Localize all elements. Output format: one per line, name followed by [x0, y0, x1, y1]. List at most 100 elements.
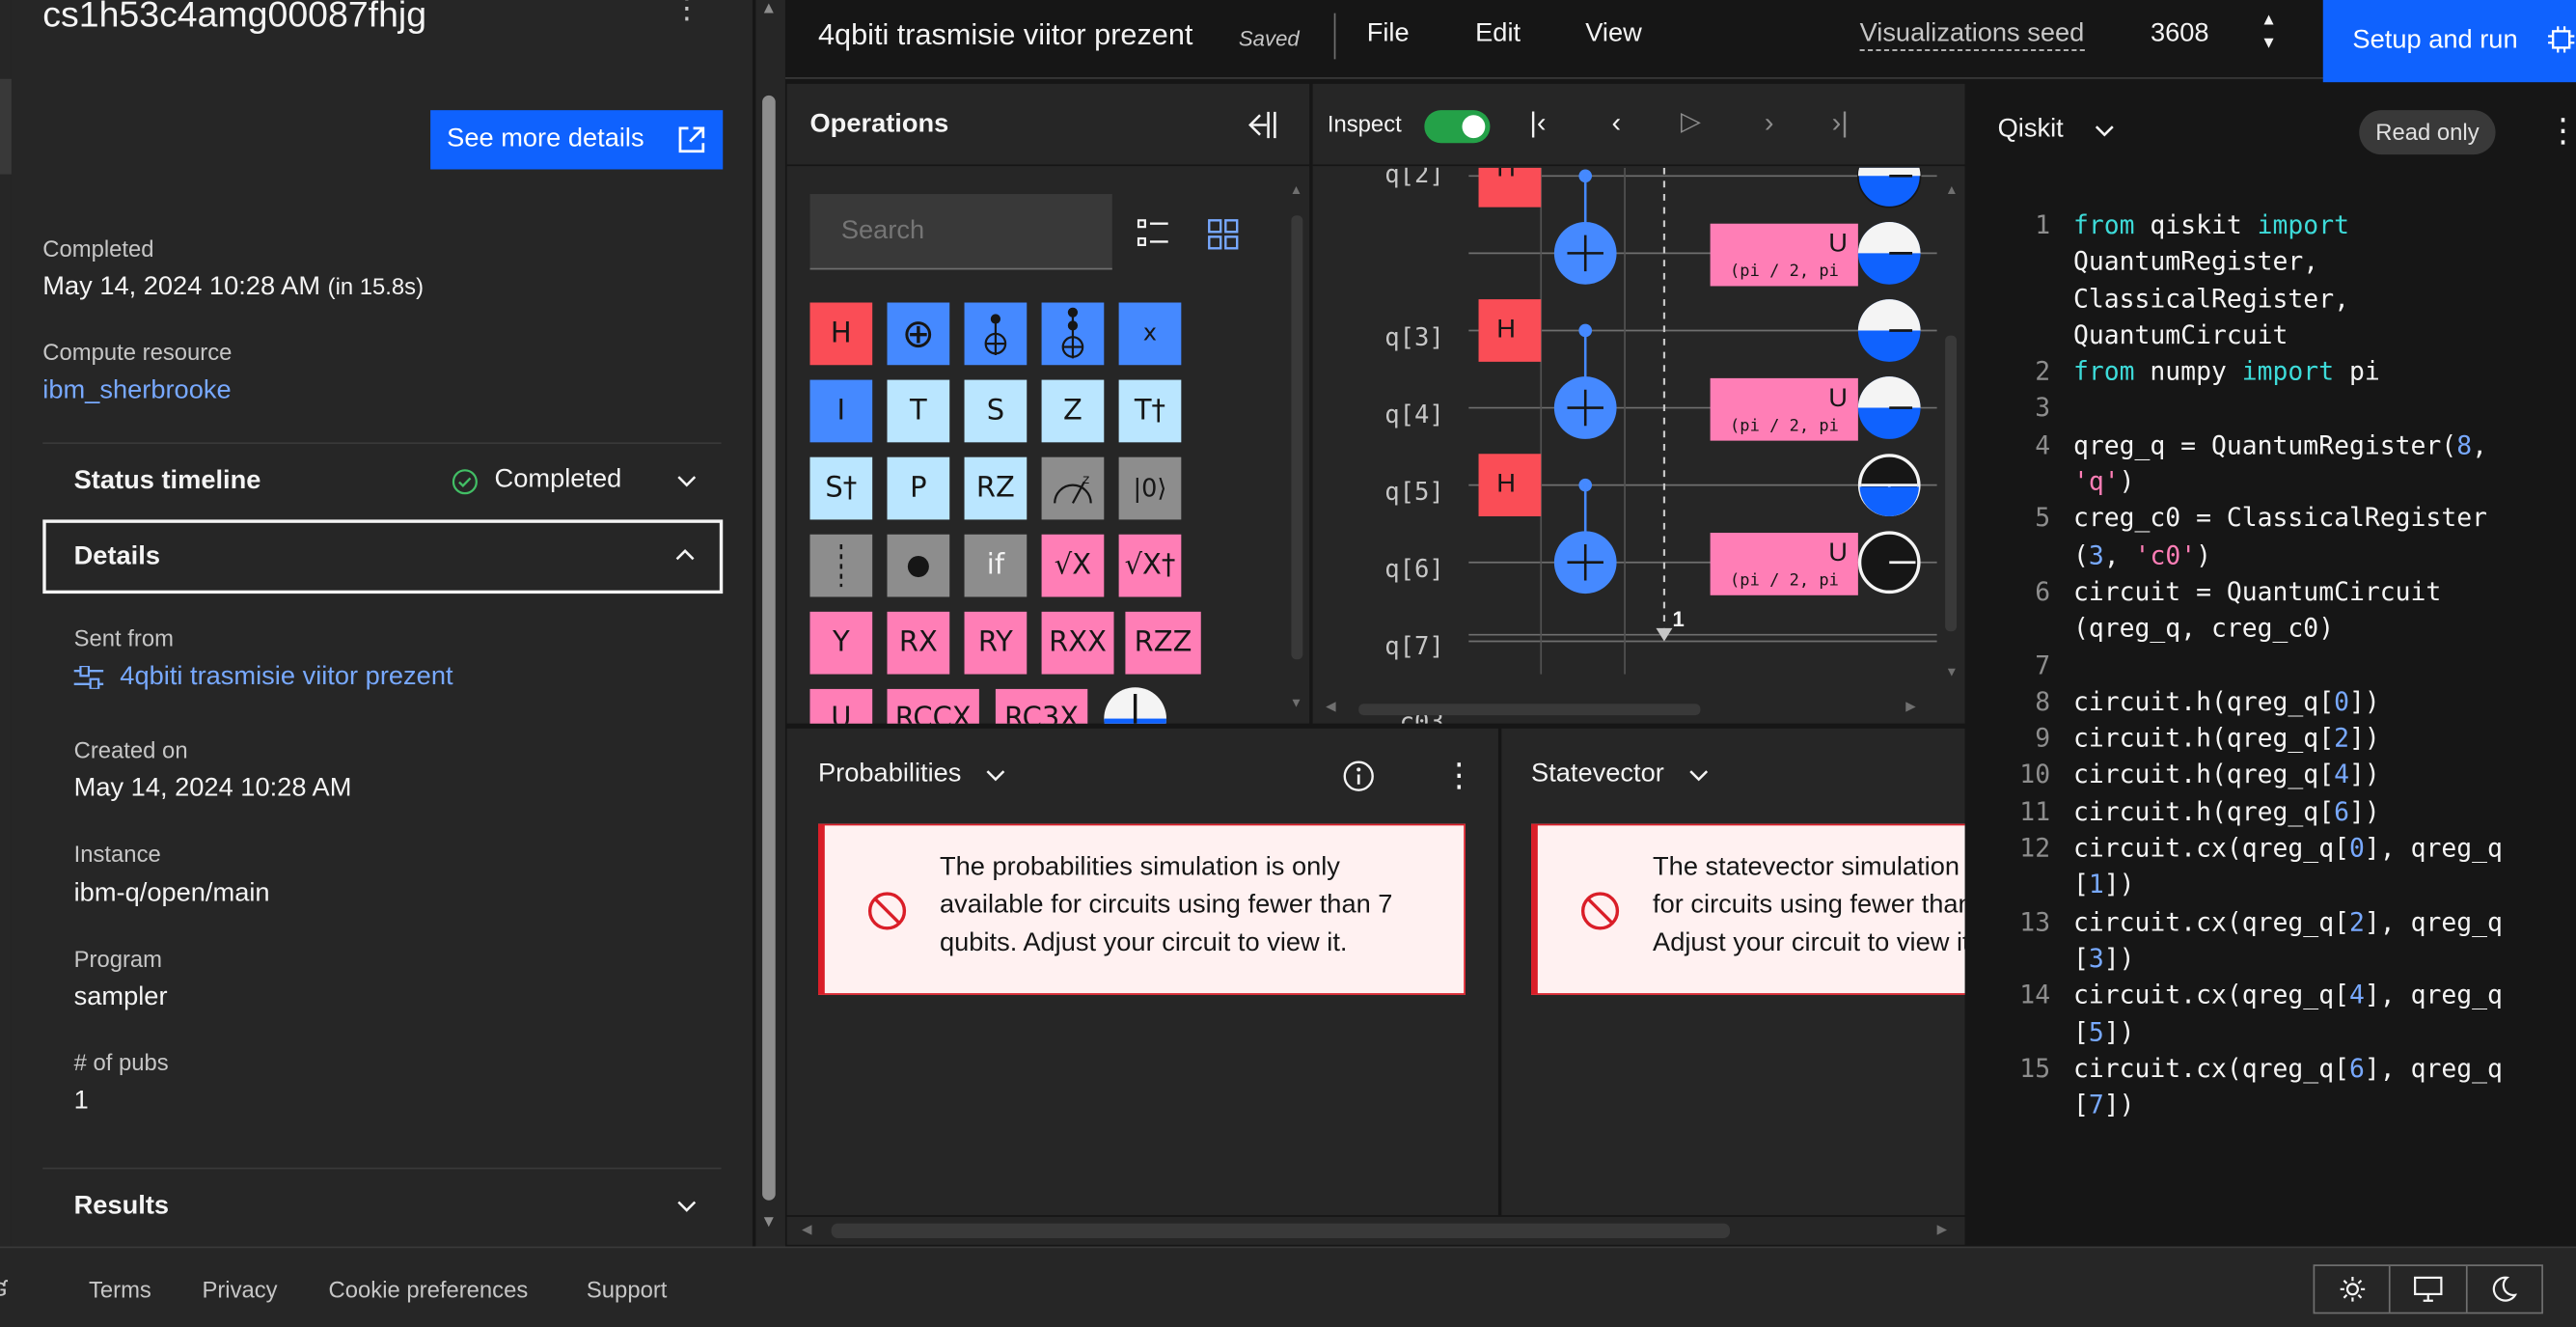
gate-rzz[interactable]: RZZ [1125, 611, 1201, 675]
skip-to-end-icon[interactable]: ›| [1832, 107, 1849, 140]
scroll-left-arrow[interactable]: ◀ [1326, 699, 1335, 713]
inspect-toggle[interactable] [1424, 110, 1491, 144]
circuit-panel: Inspect |‹ ‹ ▷ › ›| q[2] q[3] q[4] q[5] … [1312, 83, 1965, 724]
gate-p[interactable]: P [887, 456, 950, 520]
gate-cnot[interactable] [964, 302, 1028, 366]
scroll-down-arrow[interactable]: ▼ [1290, 696, 1302, 710]
language-dropdown[interactable]: Qiskit [1998, 115, 2117, 145]
gate-y[interactable]: Y [809, 611, 873, 675]
seed-stepper[interactable]: ▲ ▼ [2261, 10, 2277, 56]
results-accordion[interactable]: Results [42, 1167, 722, 1243]
scroll-down-arrow[interactable]: ▼ [760, 1213, 777, 1231]
overflow-menu-icon[interactable]: ⋮ [2546, 110, 2576, 152]
gate-toffoli[interactable] [1041, 302, 1105, 366]
workspace-h-scrollbar[interactable]: ◀ ▶ [786, 1216, 1965, 1245]
gate-t[interactable]: T [887, 379, 950, 443]
gate-rz[interactable]: RZ [964, 456, 1028, 520]
footer-link-support[interactable]: Support [587, 1276, 668, 1302]
scroll-right-arrow[interactable]: ▶ [1905, 699, 1915, 713]
gate-sxdg[interactable]: √X† [1118, 534, 1182, 597]
scroll-up-arrow[interactable]: ▲ [760, 0, 777, 18]
results-title: Results [73, 1191, 170, 1220]
code-text: 'q') [2072, 467, 2135, 497]
step-back-icon[interactable]: ‹ [1611, 107, 1621, 140]
gate-u[interactable]: U [809, 688, 873, 724]
gate-control-label: ● [906, 549, 931, 583]
play-icon[interactable]: ▷ [1681, 105, 1701, 138]
gate-rc3x[interactable]: RC3X [995, 688, 1088, 724]
gate-ry[interactable]: RY [964, 611, 1028, 675]
see-more-details-button[interactable]: See more details [430, 110, 724, 170]
gate-s[interactable]: S [964, 379, 1028, 443]
gate-barrier[interactable] [809, 534, 873, 597]
gate-measure[interactable]: z [1041, 456, 1105, 520]
circuit-title[interactable]: 4qbiti trasmisie viitor prezent [818, 18, 1192, 53]
scroll-up-arrow[interactable]: ▲ [1945, 182, 1958, 197]
gate-sdg[interactable]: S† [809, 456, 873, 520]
info-icon[interactable] [1342, 760, 1375, 792]
operations-scroll-thumb[interactable] [1291, 215, 1303, 660]
gate-phase-disk[interactable] [1104, 687, 1166, 724]
probabilities-title: Probabilities [817, 760, 962, 788]
menu-edit[interactable]: Edit [1475, 19, 1521, 49]
footer-link-terms[interactable]: Terms [89, 1276, 151, 1302]
gate-tdg-label: T† [1134, 394, 1166, 428]
gate-sx[interactable]: √X [1041, 534, 1105, 597]
gate-swap-label: x [1142, 320, 1158, 347]
gate-i[interactable]: I [809, 379, 873, 443]
circuit-v-scroll-thumb[interactable] [1945, 335, 1958, 632]
statevector-dropdown[interactable]: Statevector [1531, 760, 1710, 789]
setup-and-run-button[interactable]: Setup and run [2322, 0, 2576, 83]
menu-file[interactable]: File [1367, 19, 1410, 49]
circuit-v-scrollbar[interactable]: ▲ ▼ [1942, 180, 1961, 689]
gate-if[interactable]: if [964, 534, 1028, 597]
circuit-canvas[interactable]: q[2] q[3] q[4] q[5] q[6] q[7] c03 [1313, 167, 1965, 724]
gate-z[interactable]: Z [1041, 379, 1105, 443]
circuit-h-scrollbar[interactable]: ◀ ▶ [1326, 699, 1933, 718]
scroll-up-arrow[interactable]: ▲ [1290, 182, 1302, 197]
compute-resource-link[interactable]: ibm_sherbrooke [42, 376, 231, 406]
completed-date: May 14, 2024 10:28 AM [42, 272, 321, 301]
gate-rccx[interactable]: RCCX [887, 688, 979, 724]
dark-theme-button[interactable] [2467, 1266, 2541, 1313]
overflow-menu-icon[interactable]: ⋮ [1442, 755, 1475, 796]
gate-swap[interactable]: x [1118, 302, 1182, 366]
gate-rxx[interactable]: RXX [1041, 611, 1114, 675]
gate-rx[interactable]: RX [887, 611, 950, 675]
gate-tdg[interactable]: T† [1118, 379, 1182, 443]
sent-from-link[interactable]: 4qbiti trasmisie viitor prezent [73, 663, 453, 693]
left-edge-tab[interactable] [0, 78, 12, 175]
menu-view[interactable]: View [1585, 19, 1642, 49]
gate-control[interactable]: ● [887, 534, 950, 597]
scroll-left-arrow[interactable]: ◀ [802, 1222, 811, 1236]
barrier-count: 1 [1672, 606, 1685, 632]
gate-reset[interactable]: |0⟩ [1118, 456, 1182, 520]
left-scroll-thumb[interactable] [762, 95, 776, 1201]
gate-not[interactable]: ⊕ [887, 302, 950, 366]
probabilities-dropdown[interactable]: Probabilities [818, 760, 1007, 789]
line-number: 2 [2035, 357, 2051, 387]
scroll-right-arrow[interactable]: ▶ [1937, 1222, 1947, 1236]
line-number: 12 [2019, 833, 2051, 864]
left-scrollbar[interactable]: ▲ ▼ [755, 0, 785, 1247]
scroll-down-arrow[interactable]: ▼ [1945, 664, 1958, 678]
system-theme-button[interactable] [2391, 1265, 2468, 1313]
details-accordion[interactable]: Details [42, 519, 724, 594]
overflow-menu-icon[interactable]: ⋮ [671, 0, 701, 23]
code-line: 7 [2001, 648, 2567, 684]
line-number: 15 [2019, 1053, 2051, 1084]
gate-ry-label: RY [977, 626, 1013, 660]
skip-to-start-icon[interactable]: |‹ [1529, 107, 1546, 140]
footer-link-privacy[interactable]: Privacy [202, 1276, 277, 1302]
status-timeline-accordion[interactable]: Status timeline Completed [42, 442, 722, 517]
operations-scrollbar[interactable]: ▲ ▼ [1285, 180, 1308, 722]
circuit-h-scroll-thumb[interactable] [1358, 704, 1701, 716]
gate-h[interactable]: H [809, 302, 873, 366]
seed-value-input[interactable]: 3608 [2151, 19, 2209, 49]
code-content[interactable]: 1 from qiskit import QuantumRegister, Class… [2001, 207, 2567, 1124]
workspace-h-scroll-thumb[interactable] [831, 1223, 1731, 1238]
light-theme-button[interactable] [2315, 1265, 2392, 1313]
step-forward-icon[interactable]: › [1765, 107, 1774, 140]
visualizations-seed-label[interactable]: Visualizations seed [1859, 19, 2085, 51]
footer-link-cookies[interactable]: Cookie preferences [329, 1276, 529, 1302]
